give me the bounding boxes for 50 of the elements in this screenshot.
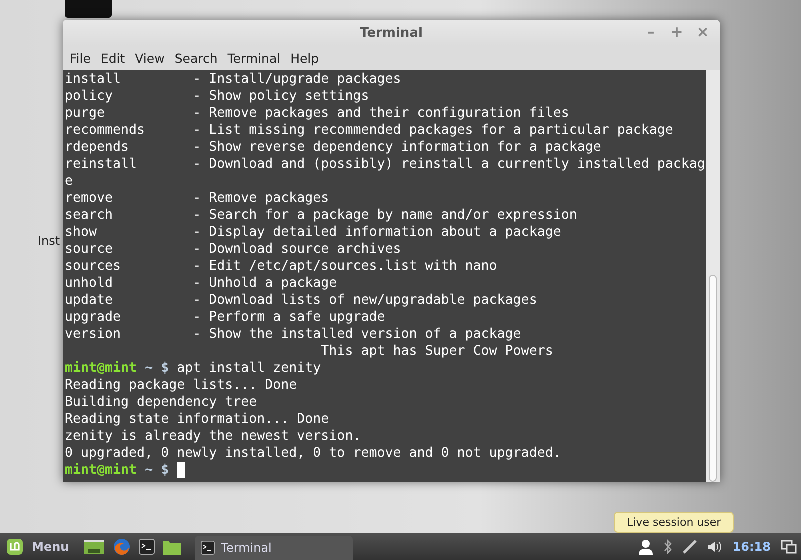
output-line: purge - Remove packages and their configuration files <box>65 105 570 122</box>
browser-icon[interactable] <box>113 538 132 556</box>
scrollbar[interactable] <box>706 70 720 482</box>
output-line: upgrade - Perform a safe upgrade <box>65 309 386 326</box>
output-line: remove - Remove packages <box>65 190 330 207</box>
menu-item[interactable]: File <box>70 50 91 66</box>
folder-icon[interactable] <box>163 538 182 554</box>
output-line: e <box>65 173 74 190</box>
bluetooth-icon[interactable] <box>662 538 673 554</box>
clock[interactable]: 16:18 <box>732 540 771 554</box>
output-line: search - Search for a package by name and/or expression <box>65 207 578 224</box>
output-line: zenity is already the newest version. <box>65 428 362 445</box>
prompt-user: mint@mint <box>65 462 138 479</box>
menu-item[interactable]: Edit <box>100 50 126 66</box>
desktop-icon-label: Inst <box>38 234 60 248</box>
output-line: update - Download lists of new/upgradable packages <box>65 292 538 309</box>
output-line: policy - Show policy settings <box>65 88 370 105</box>
output-line: This apt has Super Cow Powers <box>320 343 554 360</box>
user-icon[interactable] <box>638 538 653 554</box>
output-line: Reading state information... Done <box>65 411 330 428</box>
volume-icon[interactable] <box>706 540 723 554</box>
output-line: reinstall - Download and (possibly) reinstall a currently installed packag <box>65 156 704 173</box>
terminal-icon[interactable] <box>139 538 156 554</box>
window-title: Terminal <box>360 26 423 40</box>
output-line: Reading package lists... Done <box>65 377 298 394</box>
menu-item[interactable]: Help <box>290 50 320 66</box>
prompt-path: ~ $ <box>145 462 170 479</box>
menu-item[interactable]: Search <box>174 50 218 66</box>
output-line: source - Download source archives <box>65 241 402 258</box>
tooltip: Live session user <box>614 512 734 533</box>
show-desktop-icon[interactable] <box>781 540 797 554</box>
output-line: Building dependency tree <box>65 394 258 411</box>
prompt-user: mint@mint <box>65 360 138 377</box>
terminal-icon <box>201 541 216 555</box>
output-line: 0 upgraded, 0 newly installed, 0 to remove and 0 not upgraded. <box>65 445 562 462</box>
desktop-icon[interactable] <box>83 538 106 556</box>
command-text: apt install zenity <box>177 360 322 377</box>
output-line: install - Install/upgrade packages <box>65 71 402 88</box>
taskbar-window-button[interactable]: Terminal <box>195 536 354 560</box>
menu-item[interactable]: View <box>135 50 165 66</box>
prompt-path: ~ $ <box>145 360 170 377</box>
logo-icon <box>6 538 24 556</box>
output-line: show - Display detailed information about a package <box>65 224 562 241</box>
output-line: sources - Edit /etc/apt/sources.list with nano <box>65 258 498 275</box>
output-line: recommends - List missing recommended packages for a particular package <box>65 122 674 139</box>
menu-button[interactable]: Menu <box>0 538 76 556</box>
menu-item[interactable]: Terminal <box>228 50 281 66</box>
output-line: rdepends - Show reverse dependency information for a package <box>65 139 602 156</box>
output-line: unhold - Unhold a package <box>65 275 338 292</box>
output-line: version - Show the installed version of a package <box>65 326 522 343</box>
